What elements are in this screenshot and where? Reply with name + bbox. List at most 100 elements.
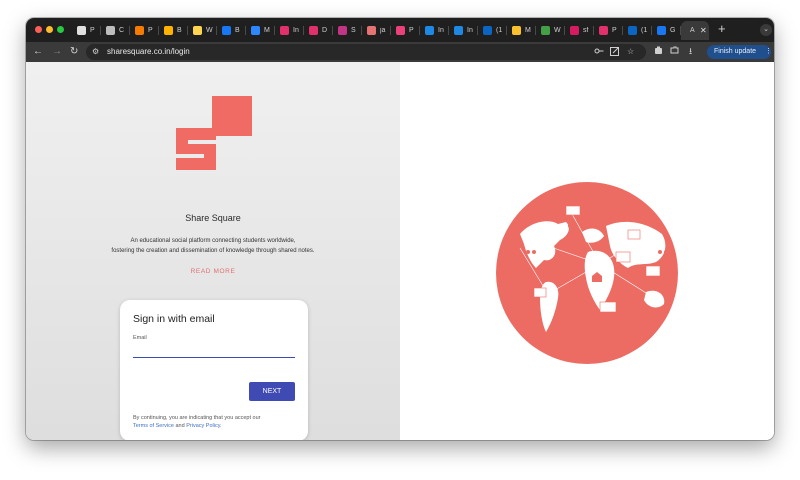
forward-button[interactable]: → bbox=[52, 45, 62, 59]
consent-period: . bbox=[220, 423, 222, 429]
chart-icon bbox=[512, 26, 521, 35]
workspace-icon bbox=[193, 26, 202, 35]
browser-tab[interactable]: G bbox=[652, 21, 681, 40]
brand-name: Share Square bbox=[185, 213, 241, 223]
browser-tab[interactable]: W bbox=[536, 21, 565, 40]
tab-label: M bbox=[525, 27, 531, 34]
active-tab-label: A bbox=[690, 27, 695, 34]
back-button[interactable]: ← bbox=[33, 45, 43, 59]
download-icon[interactable]: ⭳ bbox=[689, 46, 692, 57]
tab-search-button[interactable]: ⌄ bbox=[760, 24, 772, 36]
maximize-window-button[interactable] bbox=[57, 26, 64, 33]
browser-tab[interactable]: P bbox=[391, 21, 420, 40]
browser-tab[interactable]: P bbox=[130, 21, 159, 40]
browser-tab[interactable]: S bbox=[333, 21, 362, 40]
page-content: Share Square An educational social platf… bbox=[26, 62, 774, 440]
facebook-icon bbox=[657, 26, 666, 35]
browser-tab[interactable]: B bbox=[217, 21, 246, 40]
signin-title: Sign in with email bbox=[133, 313, 215, 325]
read-more-link[interactable]: READ MORE bbox=[26, 268, 400, 275]
tab-label: G bbox=[670, 27, 676, 34]
consent-text: By continuing, you are indicating that y… bbox=[133, 414, 298, 430]
browser-tab[interactable]: sf bbox=[565, 21, 594, 40]
dot-icon bbox=[570, 26, 579, 35]
stack-icon bbox=[77, 26, 86, 35]
tab-label: B bbox=[235, 27, 240, 34]
tab-label: In bbox=[467, 27, 473, 34]
privacy-policy-link[interactable]: Privacy Policy bbox=[186, 423, 220, 429]
arrow-icon bbox=[164, 26, 173, 35]
tab-label: ja bbox=[380, 27, 386, 34]
browser-tab[interactable]: D bbox=[304, 21, 333, 40]
next-button[interactable]: NEXT bbox=[249, 382, 295, 401]
meta-icon bbox=[251, 26, 260, 35]
reload-button[interactable]: ↻ bbox=[70, 45, 78, 59]
illustration-panel bbox=[400, 62, 774, 440]
linkedin-icon bbox=[483, 26, 492, 35]
consent-and: and bbox=[175, 423, 185, 429]
tab-label: W bbox=[554, 27, 561, 34]
active-tab[interactable]: A ✕ bbox=[681, 21, 709, 40]
square-icon bbox=[425, 26, 434, 35]
tab-strip: P C P B W B M In D Sja P In In (1 M Wsf P (1 G A ✕ + ⌄ bbox=[26, 18, 774, 42]
address-bar[interactable]: ⚙ sharesquare.co.in/login ☆ bbox=[86, 44, 646, 60]
tab-label: S bbox=[351, 27, 356, 34]
instagram-icon bbox=[338, 26, 347, 35]
extension-icon[interactable] bbox=[654, 46, 663, 58]
circle-icon bbox=[367, 26, 376, 35]
bookmark-star-icon[interactable]: ☆ bbox=[627, 47, 634, 57]
tagline: An educational social platform connectin… bbox=[26, 236, 400, 256]
tab-label: P bbox=[90, 27, 95, 34]
facebook-icon bbox=[222, 26, 231, 35]
browser-tab[interactable]: In bbox=[275, 21, 304, 40]
flame-icon bbox=[135, 26, 144, 35]
more-menu-icon[interactable]: ⋮ bbox=[765, 45, 772, 59]
browser-tab[interactable]: ja bbox=[362, 21, 391, 40]
tab-label: P bbox=[612, 27, 617, 34]
instagram-icon bbox=[309, 26, 318, 35]
browser-tab[interactable]: C bbox=[101, 21, 130, 40]
consent-prefix: By continuing, you are indicating that y… bbox=[133, 415, 261, 421]
email-field[interactable] bbox=[133, 345, 295, 358]
tab-label: M bbox=[264, 27, 270, 34]
tab-label: C bbox=[119, 27, 125, 34]
browser-tab[interactable]: M bbox=[507, 21, 536, 40]
browser-tab[interactable]: (1 bbox=[478, 21, 507, 40]
share-icon[interactable] bbox=[610, 47, 619, 59]
puzzle-icon[interactable] bbox=[670, 46, 679, 58]
signin-card: Sign in with email Email NEXT By continu… bbox=[120, 300, 308, 440]
settings-icon bbox=[106, 26, 115, 35]
browser-tab[interactable]: P bbox=[594, 21, 623, 40]
browser-tab[interactable]: (1 bbox=[623, 21, 652, 40]
share-square-logo bbox=[176, 96, 252, 170]
browser-tab[interactable]: W bbox=[188, 21, 217, 40]
tab-label: In bbox=[293, 27, 299, 34]
tagline-line-1: An educational social platform connectin… bbox=[130, 238, 296, 244]
finish-update-button[interactable]: Finish update ⋮ bbox=[707, 45, 772, 59]
tagline-line-2: fostering the creation and dissemination… bbox=[111, 248, 315, 254]
url-text[interactable]: sharesquare.co.in/login bbox=[107, 47, 190, 57]
tab-label: P bbox=[409, 27, 414, 34]
email-label: Email bbox=[133, 335, 147, 341]
finish-update-label: Finish update bbox=[714, 48, 757, 55]
tab-label: B bbox=[177, 27, 182, 34]
tab-label: (1 bbox=[641, 27, 648, 34]
tab-label: In bbox=[438, 27, 444, 34]
browser-window: P C P B W B M In D Sja P In In (1 M Wsf P (1 G A ✕ + ⌄ ← → ↻… bbox=[26, 18, 774, 440]
key-icon[interactable] bbox=[594, 47, 604, 58]
browser-tab[interactable]: B bbox=[159, 21, 188, 40]
minimize-window-button[interactable] bbox=[46, 26, 53, 33]
dot-icon bbox=[396, 26, 405, 35]
pin-icon bbox=[541, 26, 550, 35]
close-window-button[interactable] bbox=[35, 26, 42, 33]
browser-tab[interactable]: M bbox=[246, 21, 275, 40]
tab-label: W bbox=[206, 27, 213, 34]
site-info-icon[interactable]: ⚙ bbox=[92, 47, 99, 57]
new-tab-button[interactable]: + bbox=[718, 22, 726, 36]
browser-tab[interactable]: In bbox=[420, 21, 449, 40]
browser-tab[interactable]: P bbox=[72, 21, 101, 40]
terms-of-service-link[interactable]: Terms of Service bbox=[133, 423, 174, 429]
browser-tab[interactable]: In bbox=[449, 21, 478, 40]
close-tab-icon[interactable]: ✕ bbox=[700, 26, 707, 35]
tab-label: (1 bbox=[496, 27, 503, 34]
